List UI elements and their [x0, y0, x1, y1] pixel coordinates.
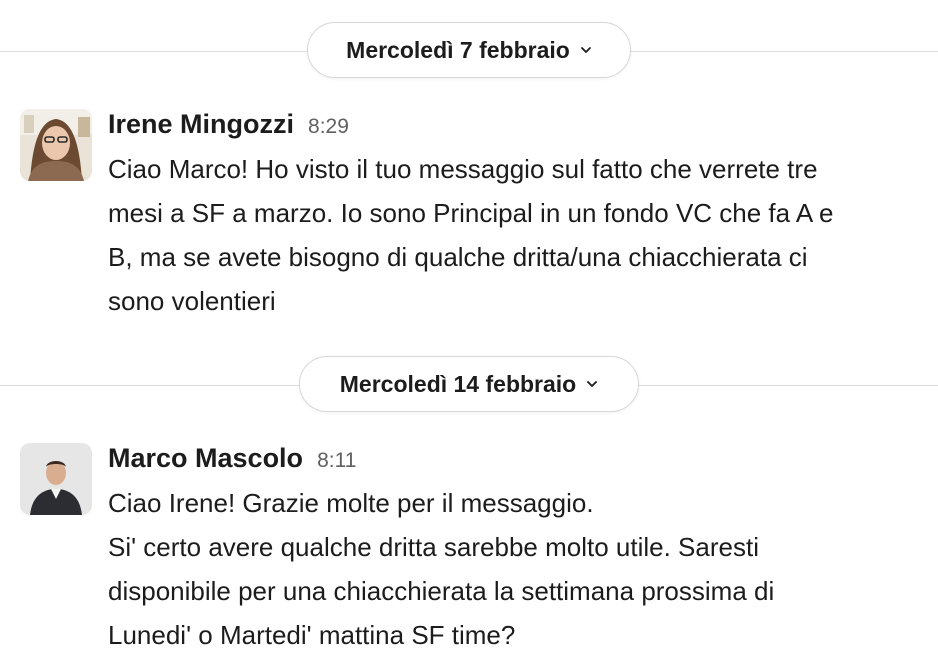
date-divider: Mercoledì 14 febbraio: [0, 356, 938, 416]
timestamp[interactable]: 8:29: [308, 115, 349, 139]
message-text: Ciao Irene! Grazie molte per il messaggi…: [108, 481, 928, 657]
user-photo-icon: [20, 109, 92, 181]
message-line: disponibile per una chiacchierata la set…: [108, 576, 775, 606]
date-divider: Mercoledì 7 febbraio: [0, 22, 938, 82]
date-jump-button[interactable]: Mercoledì 7 febbraio: [307, 22, 631, 78]
date-label: Mercoledì 7 febbraio: [346, 36, 570, 63]
message-body: Irene Mingozzi 8:29 Ciao Marco! Ho visto…: [108, 109, 928, 323]
user-photo-icon: [20, 443, 92, 515]
message-line: Si' certo avere qualche dritta sarebbe m…: [108, 532, 759, 562]
message-text: Ciao Marco! Ho visto il tuo messaggio su…: [108, 147, 928, 323]
author-name[interactable]: Marco Mascolo: [108, 443, 303, 474]
message-line: sono volentieri: [108, 286, 276, 316]
date-jump-button[interactable]: Mercoledì 14 febbraio: [299, 356, 639, 412]
message-header: Marco Mascolo 8:11: [108, 443, 928, 481]
chevron-down-icon: [580, 47, 591, 53]
message-line: Ciao Marco! Ho visto il tuo messaggio su…: [108, 154, 818, 184]
avatar[interactable]: [20, 443, 92, 515]
message-line: Ciao Irene! Grazie molte per il messaggi…: [108, 488, 594, 518]
message-line: B, ma se avete bisogno di qualche dritta…: [108, 242, 808, 272]
message-header: Irene Mingozzi 8:29: [108, 109, 928, 147]
author-name[interactable]: Irene Mingozzi: [108, 109, 294, 140]
date-label: Mercoledì 14 febbraio: [339, 370, 577, 397]
message-body: Marco Mascolo 8:11 Ciao Irene! Grazie mo…: [108, 443, 928, 657]
message-line: mesi a SF a marzo. Io sono Principal in …: [108, 198, 834, 228]
chevron-down-icon: [587, 381, 598, 387]
message-line: Lunedi' o Martedi' mattina SF time?: [108, 620, 516, 650]
timestamp[interactable]: 8:11: [317, 449, 356, 473]
avatar[interactable]: [20, 109, 92, 181]
